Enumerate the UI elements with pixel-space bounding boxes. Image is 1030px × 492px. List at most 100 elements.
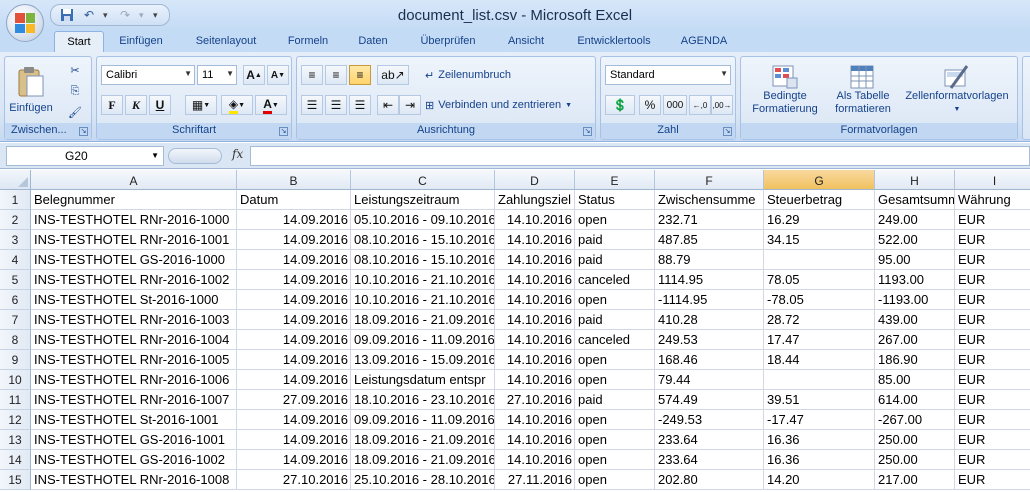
table-cell[interactable]: -267.00 xyxy=(875,410,955,430)
borders-button[interactable]: ▦ ▼ xyxy=(185,95,217,115)
table-cell[interactable]: INS-TESTHOTEL RNr-2016-1001 xyxy=(31,230,237,250)
table-cell[interactable]: open xyxy=(575,290,655,310)
tab-seitenlayout[interactable]: Seitenlayout xyxy=(184,31,268,52)
table-cell[interactable]: EUR xyxy=(955,410,1030,430)
header-cell[interactable]: Datum xyxy=(237,190,351,210)
table-cell[interactable]: 14.09.2016 xyxy=(237,350,351,370)
table-cell[interactable]: -1114.95 xyxy=(655,290,764,310)
column-header-d[interactable]: D xyxy=(495,170,575,190)
table-cell[interactable]: 34.15 xyxy=(764,230,875,250)
align-left-icon[interactable]: ☰ xyxy=(301,95,323,115)
table-cell[interactable]: 14.10.2016 xyxy=(495,310,575,330)
conditional-formatting-button[interactable]: Bedingte Formatierung xyxy=(743,59,827,121)
table-cell[interactable]: 267.00 xyxy=(875,330,955,350)
copy-icon[interactable]: ⎘ xyxy=(65,82,85,100)
table-cell[interactable]: 16.29 xyxy=(764,210,875,230)
table-cell[interactable]: EUR xyxy=(955,310,1030,330)
table-cell[interactable]: 09.09.2016 - 11.09.2016 xyxy=(351,330,495,350)
table-cell[interactable]: 18.44 xyxy=(764,350,875,370)
table-cell[interactable]: INS-TESTHOTEL RNr-2016-1004 xyxy=(31,330,237,350)
formula-input[interactable] xyxy=(250,146,1030,166)
table-cell[interactable]: 186.90 xyxy=(875,350,955,370)
table-cell[interactable]: open xyxy=(575,210,655,230)
table-cell[interactable]: INS-TESTHOTEL St-2016-1000 xyxy=(31,290,237,310)
table-cell[interactable]: 249.53 xyxy=(655,330,764,350)
align-top-icon[interactable]: ≡ xyxy=(301,65,323,85)
align-right-icon[interactable]: ☰ xyxy=(349,95,371,115)
table-cell[interactable]: 14.09.2016 xyxy=(237,250,351,270)
align-middle-icon[interactable]: ≡ xyxy=(325,65,347,85)
column-header-a[interactable]: A xyxy=(31,170,237,190)
table-cell[interactable]: 232.71 xyxy=(655,210,764,230)
table-cell[interactable]: INS-TESTHOTEL RNr-2016-1007 xyxy=(31,390,237,410)
table-cell[interactable]: 14.10.2016 xyxy=(495,430,575,450)
undo-icon[interactable]: ↶ xyxy=(81,7,97,23)
header-cell[interactable]: Gesamtsumme xyxy=(875,190,955,210)
table-cell[interactable]: 27.10.2016 xyxy=(237,470,351,490)
font-name-select[interactable]: Calibri ▼ xyxy=(101,65,195,85)
table-cell[interactable]: 27.10.2016 xyxy=(495,390,575,410)
tab-ueberpruefen[interactable]: Überprüfen xyxy=(410,31,486,52)
table-cell[interactable]: INS-TESTHOTEL GS-2016-1001 xyxy=(31,430,237,450)
table-cell[interactable]: 16.36 xyxy=(764,430,875,450)
table-cell[interactable]: paid xyxy=(575,310,655,330)
table-cell[interactable]: 17.47 xyxy=(764,330,875,350)
table-cell[interactable]: paid xyxy=(575,390,655,410)
table-cell[interactable]: EUR xyxy=(955,210,1030,230)
table-cell[interactable]: paid xyxy=(575,230,655,250)
table-cell[interactable]: 1193.00 xyxy=(875,270,955,290)
table-cell[interactable]: 05.10.2016 - 09.10.2016 xyxy=(351,210,495,230)
tab-einfuegen[interactable]: Einfügen xyxy=(112,31,170,52)
column-header-g[interactable]: G xyxy=(764,170,875,190)
font-color-button[interactable]: A ▼ xyxy=(255,95,287,115)
table-cell[interactable]: 14.10.2016 xyxy=(495,230,575,250)
table-cell[interactable]: EUR xyxy=(955,230,1030,250)
table-cell[interactable]: 574.49 xyxy=(655,390,764,410)
header-cell[interactable]: Währung xyxy=(955,190,1030,210)
redo-dropdown-icon[interactable]: ▾ xyxy=(139,10,147,21)
table-cell[interactable]: INS-TESTHOTEL RNr-2016-1006 xyxy=(31,370,237,390)
table-cell[interactable]: 79.44 xyxy=(655,370,764,390)
column-header-i[interactable]: I xyxy=(955,170,1030,190)
table-cell[interactable]: EUR xyxy=(955,470,1030,490)
row-header[interactable]: 7 xyxy=(0,310,31,330)
table-cell[interactable]: 487.85 xyxy=(655,230,764,250)
table-cell[interactable]: 18.09.2016 - 21.09.2016 xyxy=(351,310,495,330)
table-cell[interactable]: INS-TESTHOTEL GS-2016-1000 xyxy=(31,250,237,270)
column-header-b[interactable]: B xyxy=(237,170,351,190)
table-cell[interactable]: 18.10.2016 - 23.10.2016 xyxy=(351,390,495,410)
table-cell[interactable]: 233.64 xyxy=(655,450,764,470)
table-cell[interactable]: 202.80 xyxy=(655,470,764,490)
tab-start[interactable]: Start xyxy=(54,31,104,52)
table-cell[interactable]: EUR xyxy=(955,450,1030,470)
table-cell[interactable]: 09.09.2016 - 11.09.2016 xyxy=(351,410,495,430)
row-header[interactable]: 6 xyxy=(0,290,31,310)
decrease-decimal-icon[interactable]: ,00→ xyxy=(711,95,733,115)
customize-qat-icon[interactable]: ▾ xyxy=(153,10,161,21)
italic-button[interactable]: K xyxy=(125,95,147,115)
table-cell[interactable]: 14.20 xyxy=(764,470,875,490)
tab-daten[interactable]: Daten xyxy=(348,31,398,52)
table-cell[interactable]: EUR xyxy=(955,430,1030,450)
thousands-button[interactable]: 000 xyxy=(663,95,687,115)
table-cell[interactable]: EUR xyxy=(955,330,1030,350)
table-cell[interactable]: 28.72 xyxy=(764,310,875,330)
table-cell[interactable]: 14.09.2016 xyxy=(237,230,351,250)
percent-button[interactable]: % xyxy=(639,95,661,115)
tab-entwicklertools[interactable]: Entwicklertools xyxy=(566,31,662,52)
header-cell[interactable]: Steuerbetrag xyxy=(764,190,875,210)
increase-decimal-icon[interactable]: ←,0 xyxy=(689,95,711,115)
table-cell[interactable]: 14.10.2016 xyxy=(495,290,575,310)
column-header-c[interactable]: C xyxy=(351,170,495,190)
increase-indent-icon[interactable]: ⇥ xyxy=(399,95,421,115)
orientation-icon[interactable]: ab↗ xyxy=(377,65,409,85)
table-cell[interactable]: 14.09.2016 xyxy=(237,410,351,430)
cut-icon[interactable]: ✂ xyxy=(65,61,85,79)
row-header[interactable]: 15 xyxy=(0,470,31,490)
table-cell[interactable]: 95.00 xyxy=(875,250,955,270)
row-header[interactable]: 2 xyxy=(0,210,31,230)
table-cell[interactable]: 39.51 xyxy=(764,390,875,410)
wrap-text-button[interactable]: ↵ Zeilenumbruch xyxy=(425,65,511,85)
table-cell[interactable]: 250.00 xyxy=(875,450,955,470)
select-all-button[interactable] xyxy=(0,170,31,190)
